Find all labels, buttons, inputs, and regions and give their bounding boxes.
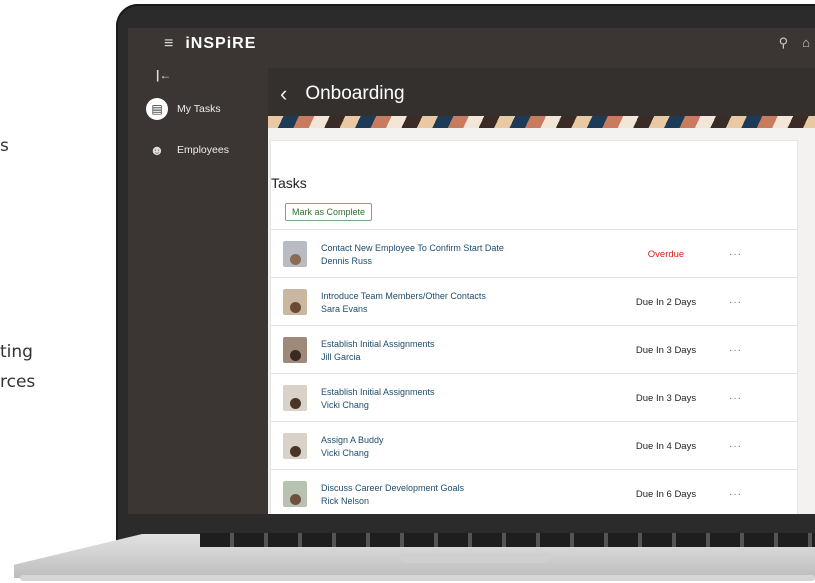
more-actions-icon[interactable]: ··· (729, 393, 742, 404)
sidebar-item-my-tasks[interactable]: ▤ My Tasks (146, 98, 221, 120)
person-link[interactable]: Sara Evans (321, 304, 611, 314)
section-title: Tasks (271, 175, 307, 191)
more-actions-icon[interactable]: ··· (729, 345, 742, 356)
avatar (283, 481, 307, 507)
table-row[interactable]: Establish Initial Assignments Jill Garci… (271, 325, 797, 374)
avatar (283, 385, 307, 411)
status-badge: Due In 3 Days (635, 344, 697, 356)
background-text-fragment: s (0, 136, 9, 156)
header-actions: ⚲ ⌂ (779, 35, 810, 51)
background-text-fragment: ting (0, 342, 33, 362)
task-link[interactable]: Establish Initial Assignments (321, 339, 611, 349)
table-row[interactable]: Introduce Team Members/Other Contacts Sa… (271, 277, 797, 326)
more-actions-icon[interactable]: ··· (729, 297, 742, 308)
task-link[interactable]: Contact New Employee To Confirm Start Da… (321, 243, 611, 253)
avatar (283, 241, 307, 267)
decorative-banner (268, 116, 815, 128)
sidebar-item-label: Employees (177, 144, 229, 156)
task-link[interactable]: Assign A Buddy (321, 435, 611, 445)
avatar (283, 337, 307, 363)
task-link[interactable]: Introduce Team Members/Other Contacts (321, 291, 611, 301)
content-panel: Tasks Mark as Complete Contact New Emplo… (268, 128, 815, 514)
status-badge: Overdue (647, 248, 685, 260)
people-icon: ☻ (149, 142, 165, 158)
person-link[interactable]: Vicki Chang (321, 400, 611, 410)
document-icon: ▤ (146, 98, 168, 120)
tasks-card: Tasks Mark as Complete Contact New Emplo… (270, 140, 798, 514)
home-icon[interactable]: ⌂ (802, 35, 810, 51)
laptop-hinge (200, 533, 815, 547)
back-chevron-icon[interactable]: ‹ (280, 81, 287, 107)
laptop-shadow (20, 575, 815, 581)
page-title: Onboarding (305, 83, 405, 104)
table-row[interactable]: Contact New Employee To Confirm Start Da… (271, 229, 797, 278)
table-row[interactable]: Establish Initial Assignments Vicki Chan… (271, 373, 797, 422)
laptop-notch (400, 553, 550, 563)
status-badge: Due In 4 Days (635, 440, 697, 452)
hamburger-menu-icon[interactable]: ≡ (164, 35, 173, 53)
task-link[interactable]: Establish Initial Assignments (321, 387, 611, 397)
table-row[interactable]: Assign A Buddy Vicki Chang Due In 4 Days… (271, 421, 797, 470)
status-badge: Due In 2 Days (635, 296, 697, 308)
person-link[interactable]: Jill Garcia (321, 352, 611, 362)
status-badge: Due In 3 Days (635, 392, 697, 404)
status-badge: Due In 6 Days (635, 488, 697, 500)
person-link[interactable]: Rick Nelson (321, 496, 611, 506)
search-icon[interactable]: ⚲ (779, 35, 789, 51)
laptop-screen: ≡ iNSPiRE ⚲ ⌂ |← ▤ My Tasks ☻ Employees … (128, 28, 815, 514)
avatar (283, 289, 307, 315)
person-link[interactable]: Vicki Chang (321, 448, 611, 458)
mark-as-complete-button[interactable]: Mark as Complete (285, 203, 373, 221)
sidebar-item-label: My Tasks (177, 103, 221, 115)
person-link[interactable]: Dennis Russ (321, 256, 611, 266)
table-row[interactable]: Discuss Career Development Goals Rick Ne… (271, 469, 797, 514)
background-text-fragment: rces (0, 372, 36, 392)
collapse-sidebar-icon[interactable]: |← (156, 68, 171, 82)
sidebar-item-employees[interactable]: ☻ Employees (146, 142, 229, 158)
more-actions-icon[interactable]: ··· (729, 489, 742, 500)
more-actions-icon[interactable]: ··· (729, 249, 742, 260)
more-actions-icon[interactable]: ··· (729, 441, 742, 452)
app-header: ≡ iNSPiRE ⚲ ⌂ (128, 28, 815, 60)
page-header: ‹ Onboarding (268, 68, 815, 120)
app-logo[interactable]: iNSPiRE (185, 35, 256, 53)
avatar (283, 433, 307, 459)
task-link[interactable]: Discuss Career Development Goals (321, 483, 611, 493)
